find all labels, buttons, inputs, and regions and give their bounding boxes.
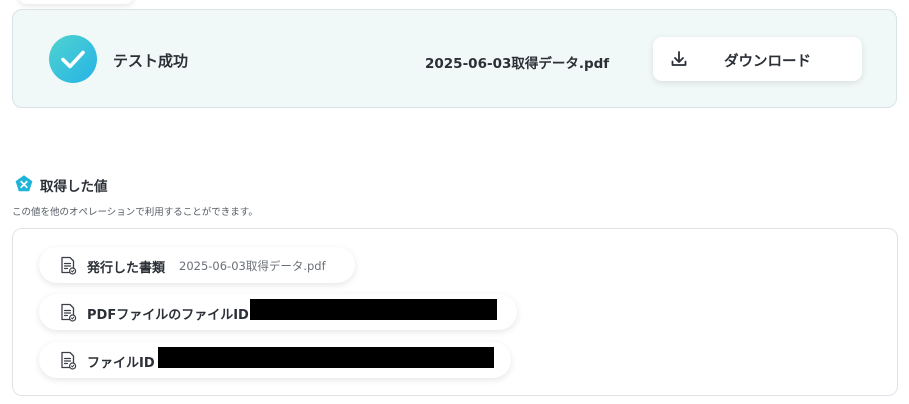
redacted-value: [158, 347, 494, 368]
test-status-text: テスト成功: [113, 52, 189, 70]
value-text: 2025-06-03取得データ.pdf: [179, 259, 326, 273]
document-icon: [61, 351, 77, 370]
value-pill-file-id[interactable]: ファイルID: [39, 342, 511, 378]
download-button[interactable]: ダウンロード: [653, 37, 862, 81]
section-title: 取得した値: [40, 179, 108, 195]
value-pill-pdf-file-id[interactable]: PDFファイルのファイルID: [39, 294, 517, 330]
result-file-name: 2025-06-03取得データ.pdf: [425, 56, 610, 72]
document-icon: [61, 303, 77, 322]
section-description: この値を他のオペレーションで利用することができます。: [12, 207, 258, 218]
value-label: 発行した書類: [87, 261, 166, 276]
value-label: ファイルID: [87, 356, 155, 371]
redacted-value: [250, 299, 497, 320]
previous-tab-edge: [18, 0, 134, 4]
download-label: ダウンロード: [724, 54, 811, 70]
variable-icon: [15, 175, 33, 192]
check-circle-icon: [49, 35, 97, 83]
document-icon: [61, 256, 77, 275]
value-label: PDFファイルのファイルID: [87, 308, 249, 323]
values-panel: 発行した書類 2025-06-03取得データ.pdf PDFファイルのファイルI…: [12, 228, 898, 396]
value-pill-issued-document[interactable]: 発行した書類 2025-06-03取得データ.pdf: [39, 247, 355, 283]
download-icon: [671, 51, 687, 66]
test-result-panel: テスト成功 2025-06-03取得データ.pdf ダウンロード: [12, 9, 897, 108]
